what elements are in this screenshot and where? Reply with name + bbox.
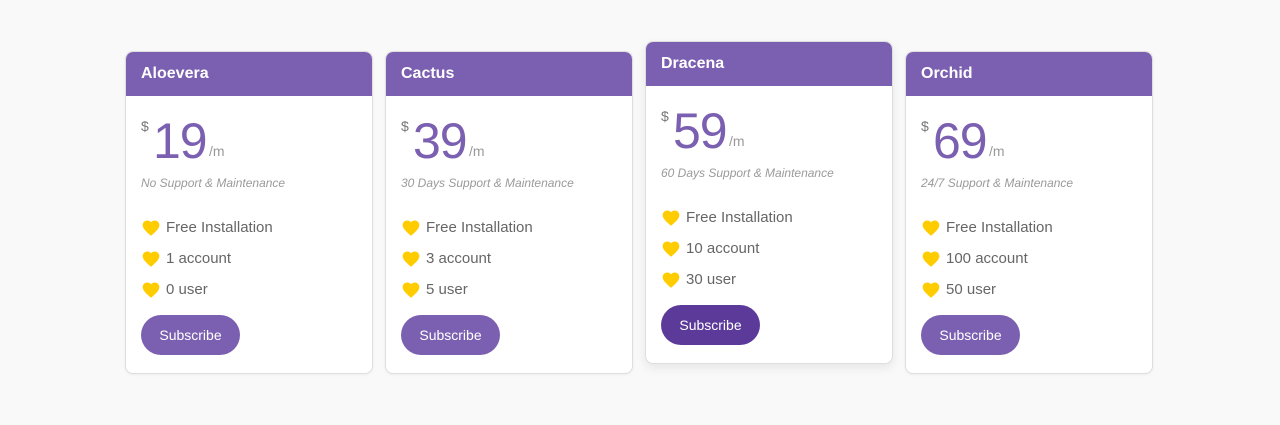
price-period: /m — [989, 143, 1005, 159]
heart-icon — [142, 282, 160, 298]
heart-icon — [662, 241, 680, 257]
support-text: 60 Days Support & Maintenance — [661, 166, 834, 180]
heart-icon — [922, 220, 940, 236]
feature-label: 50 user — [946, 281, 997, 298]
card-header: Cactus — [386, 52, 632, 96]
price-amount: 19 — [153, 113, 208, 169]
feature-label: 5 user — [426, 281, 468, 298]
pricing-card-orchid: Orchid $ 69 /m 24/7 Support & Maintenanc… — [905, 51, 1153, 374]
heart-icon — [142, 251, 160, 267]
card-header: Aloevera — [126, 52, 372, 96]
pricing-card-aloevera: Aloevera $ 19 /m No Support & Maintenanc… — [125, 51, 373, 374]
currency-symbol: $ — [921, 118, 929, 134]
feature-item: Free Installation — [401, 212, 533, 243]
subscribe-button[interactable]: Subscribe — [661, 305, 760, 345]
feature-list: Free Installation 10 account 30 user — [661, 202, 793, 295]
feature-item: 100 account — [921, 243, 1053, 274]
feature-label: Free Installation — [686, 209, 793, 226]
feature-list: Free Installation 3 account 5 user — [401, 212, 533, 305]
feature-item: 1 account — [141, 243, 273, 274]
price: $ 19 /m — [141, 113, 361, 170]
pricing-card-cactus: Cactus $ 39 /m 30 Days Support & Mainten… — [385, 51, 633, 374]
feature-label: 0 user — [166, 281, 208, 298]
price: $ 39 /m — [401, 113, 621, 170]
price-period: /m — [209, 143, 225, 159]
support-text: No Support & Maintenance — [141, 176, 286, 190]
currency-symbol: $ — [661, 108, 669, 124]
heart-icon — [922, 251, 940, 267]
feature-item: Free Installation — [921, 212, 1053, 243]
feature-item: 50 user — [921, 274, 1053, 305]
card-header: Orchid — [906, 52, 1152, 96]
price-period: /m — [469, 143, 485, 159]
price-period: /m — [729, 133, 745, 149]
price: $ 69 /m — [921, 113, 1141, 170]
feature-label: 30 user — [686, 271, 737, 288]
subscribe-button[interactable]: Subscribe — [921, 315, 1020, 355]
support-text: 30 Days Support & Maintenance — [401, 176, 574, 190]
currency-symbol: $ — [141, 118, 149, 134]
price: $ 59 /m — [661, 103, 881, 160]
heart-icon — [662, 272, 680, 288]
price-amount: 39 — [413, 113, 468, 169]
heart-icon — [402, 282, 420, 298]
subscribe-button[interactable]: Subscribe — [141, 315, 240, 355]
feature-list: Free Installation 1 account 0 user — [141, 212, 273, 305]
pricing-card-dracena: Dracena $ 59 /m 60 Days Support & Mainte… — [645, 41, 893, 364]
heart-icon — [662, 210, 680, 226]
feature-label: Free Installation — [946, 219, 1053, 236]
feature-label: 10 account — [686, 240, 760, 257]
feature-label: Free Installation — [166, 219, 273, 236]
feature-label: 1 account — [166, 250, 232, 267]
feature-item: 3 account — [401, 243, 533, 274]
heart-icon — [402, 220, 420, 236]
subscribe-button[interactable]: Subscribe — [401, 315, 500, 355]
price-amount: 69 — [933, 113, 988, 169]
feature-item: Free Installation — [661, 202, 793, 233]
heart-icon — [402, 251, 420, 267]
support-text: 24/7 Support & Maintenance — [921, 176, 1074, 190]
feature-item: 5 user — [401, 274, 533, 305]
currency-symbol: $ — [401, 118, 409, 134]
feature-label: 100 account — [946, 250, 1028, 267]
card-header: Dracena — [646, 42, 892, 86]
feature-label: Free Installation — [426, 219, 533, 236]
heart-icon — [142, 220, 160, 236]
feature-item: 30 user — [661, 264, 793, 295]
heart-icon — [922, 282, 940, 298]
price-amount: 59 — [673, 103, 728, 159]
feature-list: Free Installation 100 account 50 user — [921, 212, 1053, 305]
feature-label: 3 account — [426, 250, 492, 267]
feature-item: Free Installation — [141, 212, 273, 243]
feature-item: 0 user — [141, 274, 273, 305]
feature-item: 10 account — [661, 233, 793, 264]
